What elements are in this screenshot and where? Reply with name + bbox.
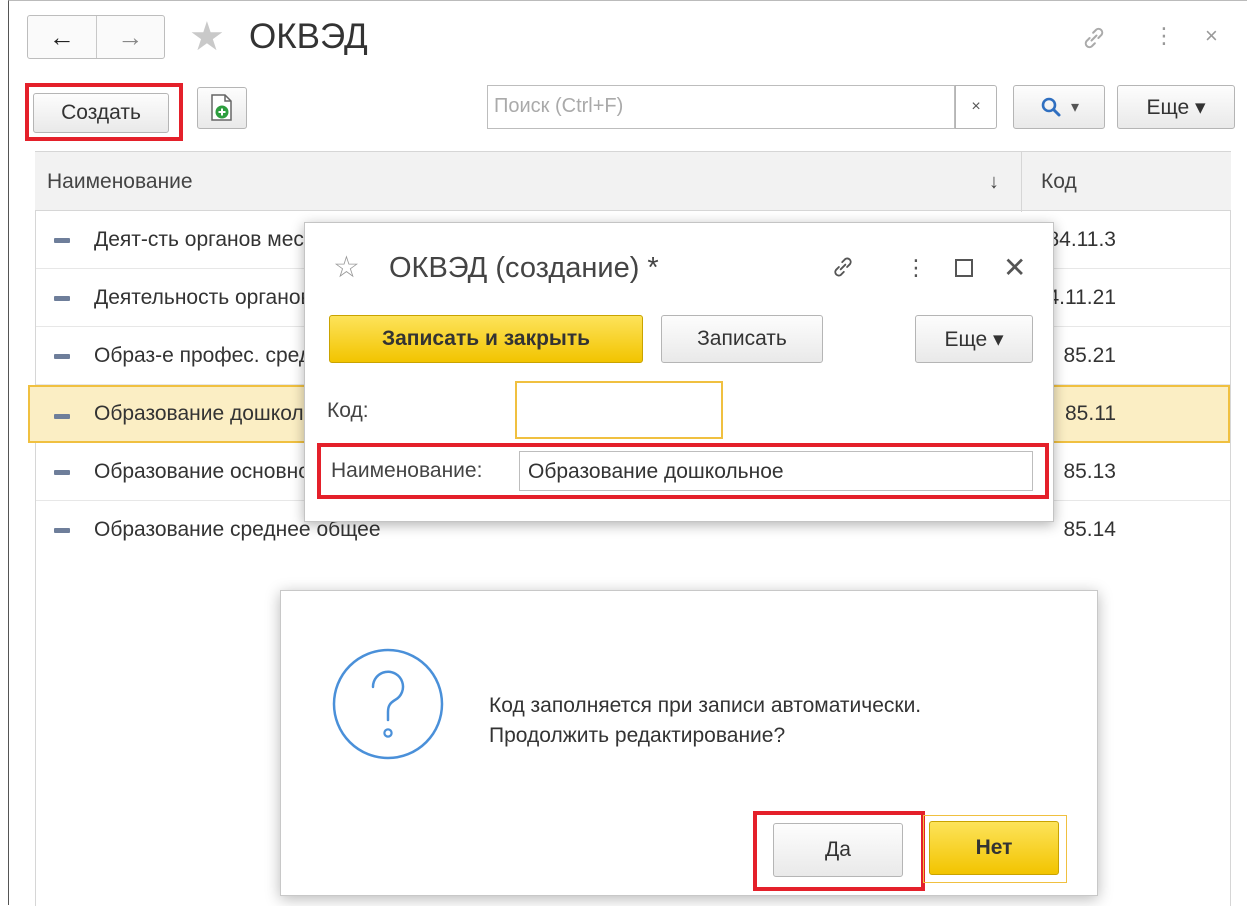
question-icon [332,648,444,760]
yes-button[interactable]: Да [773,823,903,877]
item-icon [54,354,70,359]
item-icon [54,296,70,301]
page-title: ОКВЭД [249,17,368,56]
add-document-button[interactable] [197,87,247,129]
sort-descending-icon: ↓ [989,171,999,193]
link-icon[interactable] [1079,23,1109,53]
item-icon [54,238,70,243]
column-header-code[interactable]: Код [1041,152,1077,212]
maximize-icon[interactable] [955,259,973,277]
search-input[interactable]: Поиск (Ctrl+F) [487,85,955,129]
name-field[interactable]: Образование дошкольное [519,451,1033,491]
chevron-down-icon: ▾ [1070,99,1080,116]
question-dialog: Код заполняется при записи автоматически… [280,590,1098,896]
more-actions-button[interactable]: Еще ▾ [1117,85,1235,129]
item-icon [54,528,70,533]
favorite-star-outline-icon[interactable]: ☆ [333,249,360,287]
save-and-close-button[interactable]: Записать и закрыть [329,315,643,363]
search-icon [1041,97,1061,117]
save-button[interactable]: Записать [661,315,823,363]
favorite-star-icon[interactable]: ★ [189,15,225,59]
clear-icon: × [971,98,981,115]
no-button[interactable]: Нет [929,821,1059,875]
code-label: Код: [327,399,369,422]
okved-create-dialog: ☆ ОКВЭД (создание) * ⋮ ✕ Записать и закр… [304,222,1054,522]
item-icon [54,470,70,475]
dialog-title: ОКВЭД (создание) * [389,252,659,284]
close-icon[interactable]: ✕ [1003,251,1026,285]
column-header-name[interactable]: Наименование [47,152,193,212]
forward-button[interactable]: → [95,16,165,58]
question-message-line2: Продолжить редактирование? [489,724,786,747]
arrow-right-icon: → [117,21,144,52]
create-button[interactable]: Создать [33,93,169,133]
link-icon[interactable] [829,253,857,281]
more-vertical-icon[interactable]: ⋮ [1153,21,1175,51]
name-label: Наименование: [331,459,483,482]
code-field[interactable] [515,381,723,439]
back-button[interactable]: ← [28,16,96,58]
list-header: Наименование ↓ Код [35,151,1231,212]
add-document-icon [211,94,232,121]
arrow-left-icon: ← [48,21,75,52]
more-actions-button[interactable]: Еще ▾ [915,315,1033,363]
more-vertical-icon[interactable]: ⋮ [905,251,927,285]
item-icon [54,414,70,419]
navigation-buttons: ← → [27,15,165,59]
column-divider [1021,152,1022,212]
window-close-icon[interactable]: × [1205,21,1218,51]
search-clear-button[interactable]: × [955,85,997,129]
question-message-line1: Код заполняется при записи автоматически… [489,694,922,717]
search-button[interactable]: ▾ [1013,85,1105,129]
